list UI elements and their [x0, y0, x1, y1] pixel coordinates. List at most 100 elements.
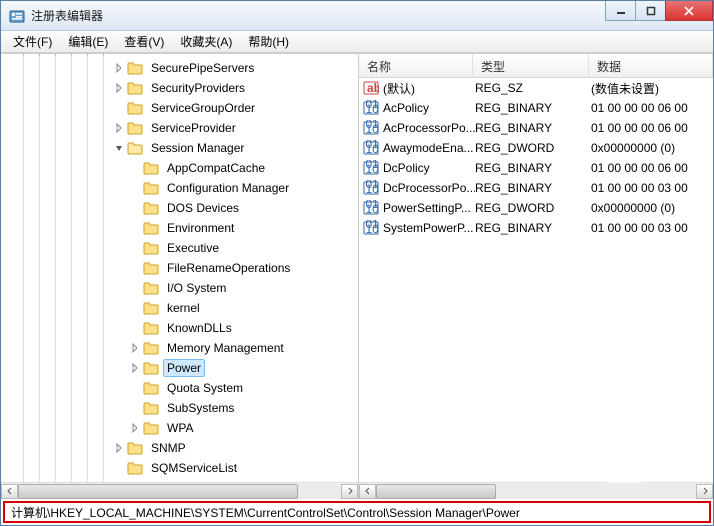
minimize-icon [616, 6, 626, 16]
value-row[interactable]: 0110 1001AcPolicyREG_BINARY01 00 00 00 0… [359, 98, 713, 118]
column-header-name[interactable]: 名称 [359, 54, 473, 77]
tree-node-label: SubSystems [163, 399, 238, 417]
binary-value-icon: 0110 1001 [363, 120, 379, 136]
tree-node[interactable]: Configuration Manager [1, 178, 358, 198]
tree-scroll[interactable]: SecurePipeServers SecurityProviders Serv… [1, 54, 358, 482]
value-row[interactable]: 0110 1001AcProcessorPo...REG_BINARY01 00… [359, 118, 713, 138]
folder-icon [143, 161, 159, 175]
chevron-right-icon [130, 343, 140, 353]
value-data-cell: 01 00 00 00 06 00 [591, 101, 713, 115]
chevron-down-icon [114, 143, 124, 153]
menu-view[interactable]: 查看(V) [118, 31, 170, 52]
tree-node-label: SecurePipeServers [147, 59, 258, 77]
tree-node[interactable]: I/O System [1, 278, 358, 298]
folder-icon [127, 101, 143, 115]
window-controls [605, 1, 713, 30]
tree-node[interactable]: FileRenameOperations [1, 258, 358, 278]
value-name-cell: ab(默认) [363, 80, 475, 97]
value-type-cell: REG_BINARY [475, 121, 591, 135]
menu-help[interactable]: 帮助(H) [242, 31, 295, 52]
tree-node-label: KnownDLLs [163, 319, 236, 337]
scroll-right-button[interactable] [341, 484, 358, 499]
expand-toggle[interactable] [113, 62, 125, 74]
value-data-cell: 0x00000000 (0) [591, 201, 713, 215]
close-button[interactable] [665, 1, 713, 21]
expand-toggle[interactable] [129, 422, 141, 434]
tree-node[interactable]: KnownDLLs [1, 318, 358, 338]
tree-node[interactable]: Memory Management [1, 338, 358, 358]
tree-node[interactable]: AppCompatCache [1, 158, 358, 178]
value-row[interactable]: 0110 1001DcProcessorPo...REG_BINARY01 00… [359, 178, 713, 198]
scroll-track[interactable] [18, 484, 341, 499]
maximize-button[interactable] [635, 1, 665, 21]
minimize-button[interactable] [605, 1, 635, 21]
value-row[interactable]: ab(默认)REG_SZ(数值未设置) [359, 78, 713, 98]
tree-node[interactable]: ServiceGroupOrder [1, 98, 358, 118]
registry-editor-window: 注册表编辑器 文件(F) 编辑(E) 查看(V) 收藏夹(A) 帮助(H) [0, 0, 714, 526]
tree-node[interactable]: SecurityProviders [1, 78, 358, 98]
tree-node[interactable]: SQMServiceList [1, 458, 358, 478]
tree-node[interactable]: Session Manager [1, 138, 358, 158]
tree-node[interactable]: SNMP [1, 438, 358, 458]
scroll-left-button[interactable] [1, 484, 18, 499]
value-name-cell: 0110 1001AcPolicy [363, 100, 475, 116]
svg-text:1001: 1001 [366, 222, 380, 236]
value-name-cell: 0110 1001AcProcessorPo... [363, 120, 475, 136]
tree-node[interactable]: SecurePipeServers [1, 58, 358, 78]
value-type-cell: REG_DWORD [475, 141, 591, 155]
value-row[interactable]: 0110 1001PowerSettingP...REG_DWORD0x0000… [359, 198, 713, 218]
tree-node[interactable]: WPA [1, 418, 358, 438]
column-header-data[interactable]: 数据 [589, 54, 713, 77]
scroll-track[interactable] [376, 484, 696, 499]
binary-value-icon: 0110 1001 [363, 200, 379, 216]
list-body[interactable]: ab(默认)REG_SZ(数值未设置) 0110 1001AcPolicyREG… [359, 78, 713, 482]
tree-horizontal-scrollbar[interactable] [1, 482, 358, 499]
scroll-thumb[interactable] [18, 484, 298, 499]
tree-node[interactable]: Executive [1, 238, 358, 258]
folder-icon [127, 61, 143, 75]
tree-node[interactable]: SubSystems [1, 398, 358, 418]
value-data-cell: 01 00 00 00 06 00 [591, 121, 713, 135]
menu-favorites[interactable]: 收藏夹(A) [174, 31, 238, 52]
column-header-type[interactable]: 类型 [473, 54, 589, 77]
tree-node[interactable]: DOS Devices [1, 198, 358, 218]
scroll-right-button[interactable] [696, 484, 713, 499]
tree-node[interactable]: Quota System [1, 378, 358, 398]
title-left: 注册表编辑器 [1, 7, 103, 24]
scroll-thumb[interactable] [376, 484, 496, 499]
expand-toggle[interactable] [113, 122, 125, 134]
folder-icon [143, 341, 159, 355]
folder-icon [143, 321, 159, 335]
expand-toggle[interactable] [129, 362, 141, 374]
value-row[interactable]: 0110 1001AwaymodeEna...REG_DWORD0x000000… [359, 138, 713, 158]
value-type-cell: REG_SZ [475, 81, 591, 95]
binary-value-icon: 0110 1001 [363, 160, 379, 176]
value-row[interactable]: 0110 1001SystemPowerP...REG_BINARY01 00 … [359, 218, 713, 238]
value-type-cell: REG_BINARY [475, 181, 591, 195]
tree-node-label: Memory Management [163, 339, 288, 357]
tree-node[interactable]: Power [1, 358, 358, 378]
status-path: 计算机\HKEY_LOCAL_MACHINE\SYSTEM\CurrentCon… [11, 504, 520, 521]
expand-toggle[interactable] [129, 342, 141, 354]
expand-toggle[interactable] [113, 82, 125, 94]
tree-node[interactable]: Srp [1, 478, 358, 482]
value-name-cell: 0110 1001DcPolicy [363, 160, 475, 176]
tree-node[interactable]: Environment [1, 218, 358, 238]
tree-node-label: I/O System [163, 279, 230, 297]
expand-toggle[interactable] [113, 442, 125, 454]
value-row[interactable]: 0110 1001DcPolicyREG_BINARY01 00 00 00 0… [359, 158, 713, 178]
menu-edit[interactable]: 编辑(E) [62, 31, 114, 52]
chevron-right-icon [701, 487, 709, 495]
menu-file[interactable]: 文件(F) [7, 31, 58, 52]
titlebar[interactable]: 注册表编辑器 [1, 1, 713, 31]
list-horizontal-scrollbar[interactable] [359, 482, 713, 499]
tree-node[interactable]: kernel [1, 298, 358, 318]
close-icon [684, 6, 694, 16]
tree-node-label: Executive [163, 239, 223, 257]
folder-icon [143, 301, 159, 315]
scroll-left-button[interactable] [359, 484, 376, 499]
collapse-toggle[interactable] [113, 142, 125, 154]
chevron-right-icon [114, 443, 124, 453]
folder-icon [143, 361, 159, 375]
tree-node[interactable]: ServiceProvider [1, 118, 358, 138]
